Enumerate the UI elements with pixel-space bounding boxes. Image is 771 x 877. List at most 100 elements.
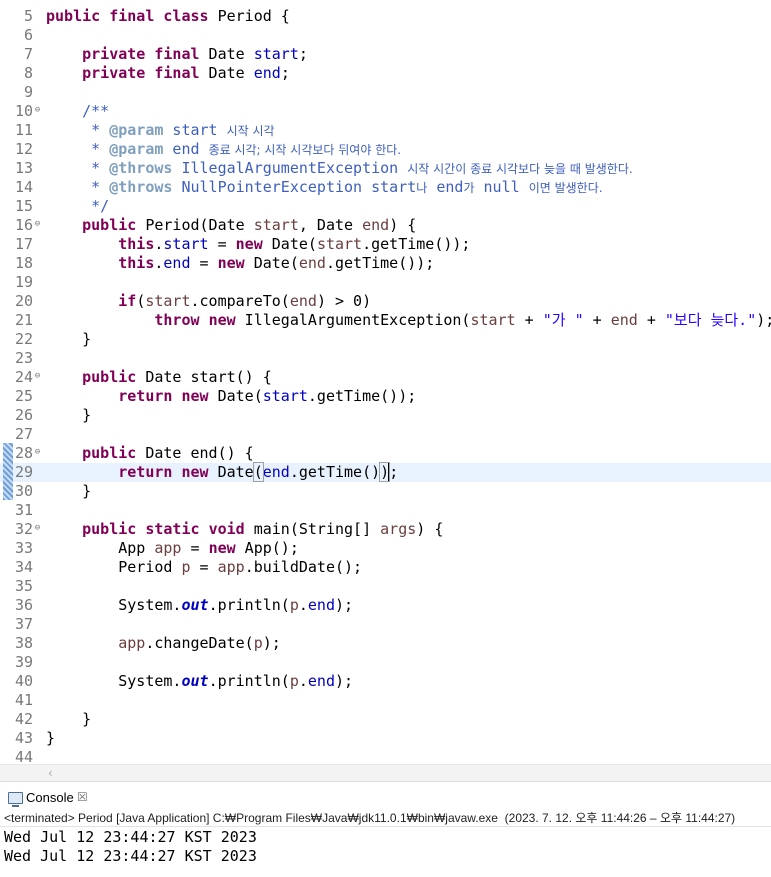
- line-number: 10: [14, 102, 33, 120]
- code-text[interactable]: app.changeDate(p);: [46, 634, 281, 653]
- code-line[interactable]: 40 System.out.println(p.end);: [0, 672, 771, 691]
- code-line[interactable]: 6: [0, 26, 771, 45]
- fold-collapse-icon[interactable]: ⊖: [32, 105, 43, 116]
- code-line[interactable]: 22 }: [0, 330, 771, 349]
- code-text[interactable]: this.start = new Date(start.getTime());: [46, 235, 470, 254]
- line-number: 20: [14, 292, 33, 310]
- code-text[interactable]: public static void main(String[] args) {: [46, 520, 443, 539]
- code-text[interactable]: * @throws NullPointerException start나 en…: [46, 178, 602, 198]
- line-number: 25: [14, 387, 33, 405]
- code-line[interactable]: 19: [0, 273, 771, 292]
- code-text[interactable]: }: [46, 406, 91, 425]
- line-number: 9: [23, 83, 33, 101]
- code-line[interactable]: 25 return new Date(start.getTime());: [0, 387, 771, 406]
- code-line[interactable]: 15 */: [0, 197, 771, 216]
- console-tab-label[interactable]: Console: [26, 790, 74, 805]
- code-text[interactable]: }: [46, 330, 91, 349]
- code-text[interactable]: this.end = new Date(end.getTime());: [46, 254, 434, 273]
- fold-collapse-icon[interactable]: ⊖: [32, 219, 43, 230]
- console-status-line: <terminated> Period [Java Application] C…: [0, 809, 771, 827]
- code-line[interactable]: 36 System.out.println(p.end);: [0, 596, 771, 615]
- code-text[interactable]: App app = new App();: [46, 539, 299, 558]
- line-number: 35: [14, 577, 33, 595]
- code-text[interactable]: System.out.println(p.end);: [46, 596, 353, 615]
- code-line[interactable]: 18 this.end = new Date(end.getTime());: [0, 254, 771, 273]
- code-text[interactable]: private final Date start;: [46, 45, 308, 64]
- code-line[interactable]: 37: [0, 615, 771, 634]
- scroll-left-arrow-icon[interactable]: ‹: [48, 766, 53, 780]
- code-line[interactable]: 44: [0, 748, 771, 764]
- code-text[interactable]: * @param end 종료 시각; 시작 시각보다 뒤여야 한다.: [46, 140, 401, 160]
- code-line[interactable]: 9: [0, 83, 771, 102]
- code-line[interactable]: 16 ⊖ public Period(Date start, Date end) …: [0, 216, 771, 235]
- code-text[interactable]: * @throws IllegalArgumentException 시작 시간…: [46, 159, 633, 179]
- code-line[interactable]: 8 private final Date end;: [0, 64, 771, 83]
- line-number: 43: [14, 729, 33, 747]
- code-line[interactable]: 38 app.changeDate(p);: [0, 634, 771, 653]
- code-line[interactable]: 43}: [0, 729, 771, 748]
- code-line-current[interactable]: 29 return new Date(end.getTime());: [0, 462, 771, 482]
- code-text[interactable]: private final Date end;: [46, 64, 290, 83]
- code-text[interactable]: public final class Period {: [46, 7, 290, 26]
- code-text[interactable]: }: [46, 710, 91, 729]
- fold-collapse-icon[interactable]: ⊖: [32, 371, 43, 382]
- code-text[interactable]: * @param start 시작 시각: [46, 121, 274, 141]
- line-number: 13: [14, 159, 33, 177]
- line-number: 33: [14, 539, 33, 557]
- code-line[interactable]: 20 if(start.compareTo(end) > 0): [0, 292, 771, 311]
- console-output-line: Wed Jul 12 23:44:27 KST 2023: [4, 828, 257, 846]
- line-number: 44: [14, 748, 33, 764]
- line-number: 40: [14, 672, 33, 690]
- code-text[interactable]: if(start.compareTo(end) > 0): [46, 292, 371, 311]
- code-line[interactable]: 23: [0, 349, 771, 368]
- code-editor[interactable]: 5 public final class Period {6 7 private f…: [0, 0, 771, 764]
- code-line[interactable]: 34 Period p = app.buildDate();: [0, 558, 771, 577]
- code-text[interactable]: Period p = app.buildDate();: [46, 558, 362, 577]
- code-line[interactable]: 7 private final Date start;: [0, 45, 771, 64]
- code-text[interactable]: public Date start() {: [46, 368, 272, 387]
- line-number: 18: [14, 254, 33, 272]
- console-tab[interactable]: Console ☒: [0, 787, 771, 809]
- fold-collapse-icon[interactable]: ⊖: [32, 523, 43, 534]
- code-line[interactable]: 39: [0, 653, 771, 672]
- code-line[interactable]: 31: [0, 501, 771, 520]
- line-number: 16: [14, 216, 33, 234]
- line-number: 36: [14, 596, 33, 614]
- code-line[interactable]: 24 ⊖ public Date start() {: [0, 368, 771, 387]
- code-line[interactable]: 35: [0, 577, 771, 596]
- code-line[interactable]: 13 * @throws IllegalArgumentException 시작…: [0, 159, 771, 178]
- code-line[interactable]: 12 * @param end 종료 시각; 시작 시각보다 뒤여야 한다.: [0, 140, 771, 159]
- code-line[interactable]: 42 }: [0, 710, 771, 729]
- code-line[interactable]: 27: [0, 425, 771, 444]
- code-line[interactable]: 5 public final class Period {: [0, 7, 771, 26]
- horizontal-scrollbar[interactable]: ‹: [0, 764, 771, 781]
- line-number: 27: [14, 425, 33, 443]
- code-line[interactable]: 11 * @param start 시작 시각: [0, 121, 771, 140]
- code-line[interactable]: 21 throw new IllegalArgumentException(st…: [0, 311, 771, 330]
- code-line[interactable]: 32 ⊖ public static void main(String[] arg…: [0, 520, 771, 539]
- code-text[interactable]: }: [46, 729, 55, 748]
- code-line[interactable]: 26 }: [0, 406, 771, 425]
- code-text[interactable]: }: [46, 482, 91, 501]
- code-line[interactable]: 33 App app = new App();: [0, 539, 771, 558]
- code-text[interactable]: public Period(Date start, Date end) {: [46, 216, 416, 235]
- code-line[interactable]: 28 ⊖ public Date end() {: [0, 444, 771, 463]
- close-icon[interactable]: ☒: [77, 790, 88, 804]
- code-line[interactable]: 30 }: [0, 482, 771, 501]
- code-text[interactable]: public Date end() {: [46, 444, 254, 463]
- code-text[interactable]: */: [46, 197, 109, 216]
- line-number: 5: [23, 7, 33, 25]
- code-line[interactable]: 41: [0, 691, 771, 710]
- code-text[interactable]: return new Date(start.getTime());: [46, 387, 416, 406]
- code-line[interactable]: 10 ⊖ /**: [0, 102, 771, 121]
- code-text[interactable]: System.out.println(p.end);: [46, 672, 353, 691]
- code-text[interactable]: throw new IllegalArgumentException(start…: [46, 311, 771, 330]
- line-number: 32: [14, 520, 33, 538]
- fold-collapse-icon[interactable]: ⊖: [32, 447, 43, 458]
- line-number: 21: [14, 311, 33, 329]
- line-number: 42: [14, 710, 33, 728]
- code-text[interactable]: /**: [46, 102, 109, 121]
- code-text[interactable]: return new Date(end.getTime());: [46, 462, 398, 482]
- code-line[interactable]: 14 * @throws NullPointerException start나…: [0, 178, 771, 197]
- code-line[interactable]: 17 this.start = new Date(start.getTime()…: [0, 235, 771, 254]
